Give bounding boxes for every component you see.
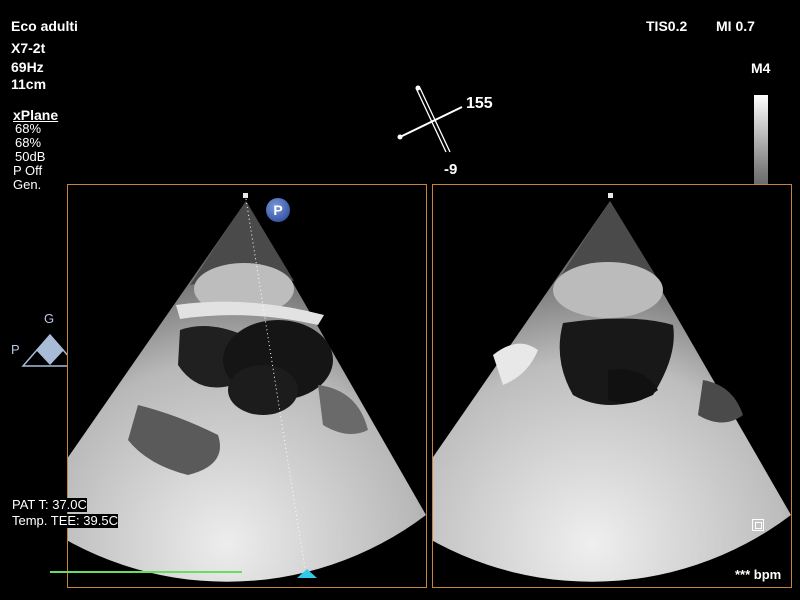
power-label: P Off bbox=[13, 163, 43, 178]
plane-angle-secondary: -9 bbox=[444, 161, 458, 178]
mi-label: MI 0.7 bbox=[716, 18, 755, 34]
gain2-label: 68% bbox=[15, 135, 42, 150]
resolution-label: Gen. bbox=[13, 177, 42, 192]
cursor-bottom-marker bbox=[297, 569, 317, 578]
probe-label: X7-2t bbox=[11, 40, 46, 56]
right-sector-image bbox=[433, 201, 791, 582]
ecg-trace-line bbox=[50, 571, 242, 573]
preset-label: Eco adulti bbox=[11, 18, 78, 34]
depth-label: 11cm bbox=[11, 76, 47, 92]
right-image-panel bbox=[432, 184, 792, 588]
freeze-indicator-icon bbox=[752, 519, 764, 531]
tis-label: TIS0.2 bbox=[646, 18, 688, 34]
grayscale-map-label: M4 bbox=[751, 60, 771, 76]
orientation-top-label: G bbox=[44, 311, 55, 326]
left-image-panel: P bbox=[67, 184, 427, 588]
orientation-left-label: P bbox=[11, 342, 20, 357]
cursor-top-marker bbox=[243, 193, 248, 198]
right-cursor-top-marker bbox=[608, 193, 613, 198]
tee-temp-label: Temp. TEE: 39.5C bbox=[12, 513, 118, 528]
plane-angle-main: 155 bbox=[466, 95, 493, 112]
left-sector-image bbox=[68, 198, 426, 582]
dynamic-range-label: 50dB bbox=[15, 149, 46, 164]
frame-rate-label: 69Hz bbox=[11, 59, 44, 75]
p-badge[interactable]: P bbox=[266, 198, 290, 222]
gain1-label: 68% bbox=[15, 121, 42, 136]
pat-temp-label: PAT T: 37.0C bbox=[12, 497, 87, 512]
heart-rate-label: *** bpm bbox=[735, 567, 782, 582]
